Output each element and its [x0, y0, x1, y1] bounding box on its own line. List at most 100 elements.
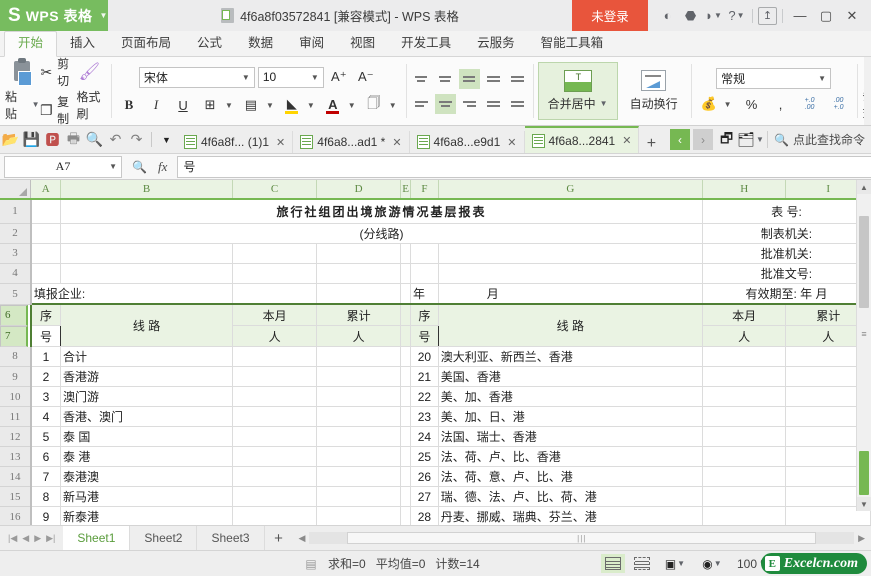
- row-header-16[interactable]: 16: [0, 507, 31, 526]
- cell-left-route[interactable]: 泰港澳: [61, 467, 233, 487]
- number-format-select[interactable]: 常规▼: [716, 68, 831, 89]
- align-right-button[interactable]: [459, 94, 480, 114]
- row-header-7[interactable]: 7: [0, 326, 28, 347]
- cell-month-top-right[interactable]: 本月: [702, 304, 786, 326]
- redo-icon[interactable]: ↷: [126, 128, 147, 151]
- cell-left-month[interactable]: [233, 487, 317, 507]
- cell-month-bottom-right[interactable]: 人: [702, 326, 786, 347]
- cell-left-month[interactable]: [233, 387, 317, 407]
- shield-icon[interactable]: ⬣: [680, 5, 701, 26]
- cell-style-button[interactable]: ▤▼: [239, 94, 277, 117]
- row-header-14[interactable]: 14: [0, 467, 31, 487]
- increase-font-size-button[interactable]: A⁺: [327, 66, 351, 89]
- cell-gap[interactable]: [401, 407, 411, 427]
- cell-right-no[interactable]: 26: [411, 467, 439, 487]
- cell-d4[interactable]: [317, 263, 401, 283]
- cell-gap[interactable]: [401, 347, 411, 367]
- new-document-button[interactable]: +: [639, 135, 663, 153]
- cell-right-route[interactable]: 法国、瑞士、香港: [438, 427, 702, 447]
- cell-left-total[interactable]: [317, 407, 401, 427]
- help-icon[interactable]: ?▼: [726, 5, 747, 26]
- doc-tab-1[interactable]: 4f6a8f... (1)1 ✕: [177, 131, 293, 153]
- merge-center-button[interactable]: 合并居中▼: [538, 62, 618, 120]
- cell-right-route[interactable]: 法、荷、卢、比、香港: [438, 447, 702, 467]
- cell-right-month[interactable]: [702, 467, 786, 487]
- ribbon-scrollbar[interactable]: [864, 57, 871, 125]
- cell-g3[interactable]: [438, 243, 702, 263]
- scroll-up-icon[interactable]: ▲: [857, 180, 871, 194]
- column-header-f[interactable]: F: [411, 180, 439, 199]
- cell-filler-label[interactable]: 填报企业:: [31, 283, 233, 304]
- vertical-scroll-thumb[interactable]: [859, 216, 869, 308]
- cell-left-total[interactable]: [317, 367, 401, 387]
- align-top-button[interactable]: [411, 69, 432, 89]
- font-size-select[interactable]: 10▼: [258, 67, 324, 88]
- cell-left-route[interactable]: 泰 港: [61, 447, 233, 467]
- close-icon[interactable]: ✕: [507, 136, 516, 149]
- cell-left-total[interactable]: [317, 507, 401, 526]
- tab-start[interactable]: 开始: [4, 31, 57, 57]
- row-header-15[interactable]: 15: [0, 487, 31, 507]
- cell-seq-top-left[interactable]: 序: [31, 304, 61, 326]
- column-header-b[interactable]: B: [61, 180, 233, 199]
- tab-review[interactable]: 审阅: [286, 32, 337, 56]
- cell-left-month[interactable]: [233, 507, 317, 526]
- scroll-left-icon[interactable]: ◀: [299, 533, 306, 544]
- cell-left-total[interactable]: [317, 447, 401, 467]
- cell-left-total[interactable]: [317, 427, 401, 447]
- cell-right-month[interactable]: [702, 427, 786, 447]
- format-painter-icon[interactable]: 🖌: [76, 60, 102, 84]
- cell-right-route[interactable]: 法、荷、意、卢、比、港: [438, 467, 702, 487]
- restore-window-icon[interactable]: 🗗: [716, 128, 737, 151]
- insert-function-icon[interactable]: 🔍: [132, 160, 147, 174]
- cell-seq-bottom-right[interactable]: 号: [411, 326, 439, 347]
- page-layout-view-button[interactable]: [630, 554, 654, 573]
- align-bottom-button[interactable]: [459, 69, 480, 89]
- decrease-indent-button[interactable]: [483, 69, 504, 89]
- cell-right-month[interactable]: [702, 487, 786, 507]
- row-header-6[interactable]: 6: [0, 305, 28, 326]
- cell-right-no[interactable]: 24: [411, 427, 439, 447]
- tab-view[interactable]: 视图: [337, 32, 388, 56]
- cell-left-no[interactable]: 5: [31, 427, 61, 447]
- cell-left-no[interactable]: 2: [31, 367, 61, 387]
- tab-developer[interactable]: 开发工具: [388, 32, 464, 56]
- row-header-1[interactable]: 1: [0, 199, 31, 223]
- cell-gap[interactable]: [401, 467, 411, 487]
- cell-gap[interactable]: [401, 487, 411, 507]
- sheet-tab-sheet1[interactable]: Sheet1: [63, 526, 130, 550]
- cell-right-month[interactable]: [702, 387, 786, 407]
- horizontal-scrollbar[interactable]: ◀ ||| ▶: [293, 526, 871, 550]
- cell-e4[interactable]: [401, 263, 411, 283]
- cell-month-top-left[interactable]: 本月: [233, 304, 317, 326]
- font-family-select[interactable]: 宋体▼: [139, 67, 255, 88]
- cell-left-route[interactable]: 新泰港: [61, 507, 233, 526]
- row-header-8[interactable]: 8: [0, 347, 31, 367]
- cell-route-left[interactable]: 线 路: [61, 304, 233, 347]
- cell-d3[interactable]: [317, 243, 401, 263]
- vertical-scroll-thumb-secondary[interactable]: [859, 451, 869, 495]
- cell-a1[interactable]: [31, 199, 61, 223]
- print-preview-icon[interactable]: 🔍: [84, 128, 105, 151]
- cell-right-route[interactable]: 美、加、日、港: [438, 407, 702, 427]
- cell-c4[interactable]: [233, 263, 317, 283]
- fx-icon[interactable]: fx: [158, 159, 167, 175]
- cell-gap[interactable]: [401, 387, 411, 407]
- font-color-button[interactable]: A▼: [321, 94, 359, 117]
- undo-icon[interactable]: ↶: [105, 128, 126, 151]
- tab-cloud-service[interactable]: 云服务: [464, 32, 528, 56]
- last-sheet-icon[interactable]: ▶|: [46, 533, 55, 544]
- wps-logo[interactable]: S WPS 表格 ▼: [0, 0, 108, 31]
- cell-gap[interactable]: [401, 447, 411, 467]
- cell-gap-7[interactable]: [401, 326, 411, 347]
- copy-button[interactable]: ❐ 复制: [39, 93, 76, 127]
- row-header-12[interactable]: 12: [0, 427, 31, 447]
- cell-right-no[interactable]: 23: [411, 407, 439, 427]
- column-header-c[interactable]: C: [233, 180, 317, 199]
- cell-left-route[interactable]: 澳门游: [61, 387, 233, 407]
- row-header-13[interactable]: 13: [0, 447, 31, 467]
- cell-right-month[interactable]: [702, 367, 786, 387]
- decrease-decimal-button[interactable]: .00+.0: [827, 94, 851, 114]
- drive-icon[interactable]: ◗▼: [703, 5, 724, 26]
- cell-right-no[interactable]: 25: [411, 447, 439, 467]
